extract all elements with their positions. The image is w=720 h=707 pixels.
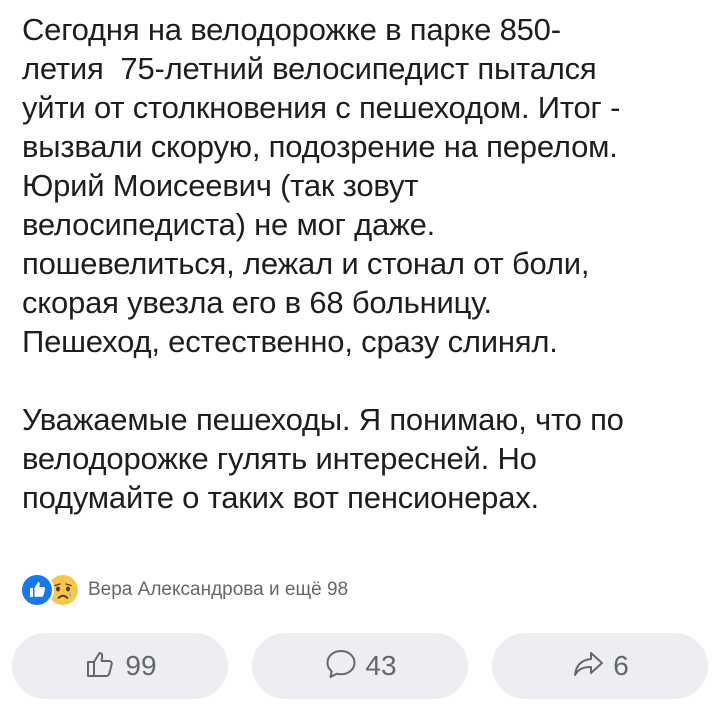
reactors-text: Вера Александрова и ещё 98 xyxy=(88,579,349,600)
action-bar: 99 43 6 xyxy=(12,633,708,699)
thumbs-up-icon xyxy=(83,646,119,687)
post-paragraph: Уважаемые пешеходы. Я понимаю, что по ве… xyxy=(22,400,712,517)
post-line: Уважаемые пешеходы. Я понимаю, что по xyxy=(22,402,624,437)
reactions-summary[interactable]: Вера Александрова и ещё 98 xyxy=(20,572,348,608)
like-button[interactable]: 99 xyxy=(12,633,228,699)
post-line: велосипедиста) не мог даже. xyxy=(22,207,436,242)
post-line: пошевелиться, лежал и стонал от боли, xyxy=(22,246,590,281)
post-text: Сегодня на велодорожке в парке 850- лети… xyxy=(22,10,712,517)
like-reaction-icon xyxy=(20,573,54,607)
share-button[interactable]: 6 xyxy=(492,633,708,699)
post-line: скорая увезла его в 68 больницу. xyxy=(22,285,492,320)
post-line: велодорожке гулять интересней. Но xyxy=(22,441,537,476)
like-count: 99 xyxy=(125,650,157,681)
share-arrow-icon xyxy=(571,646,607,687)
post-line: Юрий Моисеевич (так зовут xyxy=(22,168,419,203)
post-line: Сегодня на велодорожке в парке 850- xyxy=(22,12,561,47)
post-line: уйти от столкновения с пешеходом. Итог - xyxy=(22,90,621,125)
comment-button[interactable]: 43 xyxy=(252,633,468,699)
post-line: подумайте о таких вот пенсионерах. xyxy=(22,480,539,515)
comment-count: 43 xyxy=(365,650,397,681)
share-count: 6 xyxy=(613,650,629,681)
post-line: Пешеход, естественно, сразу слинял. xyxy=(22,324,558,359)
comment-bubble-icon xyxy=(323,646,359,687)
post-line: летия 75-летний велосипедист пытался xyxy=(22,51,597,86)
post-paragraph: Сегодня на велодорожке в парке 850- лети… xyxy=(22,10,712,361)
post-line: вызвали скорую, подозрение на перелом. xyxy=(22,129,618,164)
